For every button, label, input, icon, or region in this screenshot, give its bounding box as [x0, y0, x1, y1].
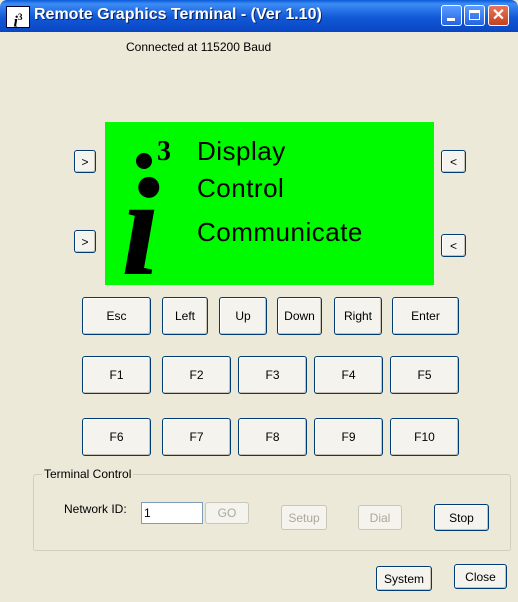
stop-button[interactable]: Stop	[434, 504, 489, 531]
system-button[interactable]: System	[376, 566, 432, 591]
soft-key-right-1[interactable]: <	[441, 150, 466, 173]
f4-button[interactable]: F4	[314, 356, 383, 394]
network-id-label: Network ID:	[64, 502, 127, 516]
maximize-button[interactable]	[464, 5, 485, 26]
up-button[interactable]: Up	[219, 297, 267, 335]
connection-status: Connected at 115200 Baud	[126, 40, 272, 54]
f3-button[interactable]: F3	[238, 356, 307, 394]
minimize-button[interactable]	[441, 5, 462, 26]
app-icon-sup: 3	[17, 12, 23, 22]
window-title: Remote Graphics Terminal - (Ver 1.10)	[34, 6, 322, 23]
soft-key-right-2[interactable]: <	[441, 234, 466, 257]
down-button[interactable]: Down	[277, 297, 322, 335]
lcd-line-2: Control	[197, 173, 285, 203]
close-button[interactable]: Close	[454, 564, 507, 589]
lcd-logo-letter: i	[121, 150, 160, 305]
setup-button[interactable]: Setup	[281, 505, 327, 530]
minimize-icon	[447, 18, 455, 21]
f7-button[interactable]: F7	[162, 418, 231, 456]
soft-key-left-2[interactable]: >	[74, 230, 96, 253]
f6-button[interactable]: F6	[82, 418, 151, 456]
maximize-icon	[469, 10, 480, 20]
left-button[interactable]: Left	[162, 297, 208, 335]
f1-button[interactable]: F1	[82, 356, 151, 394]
lcd-line-3: Communicate	[197, 217, 363, 247]
soft-key-left-1[interactable]: >	[74, 150, 96, 173]
dial-button[interactable]: Dial	[358, 505, 402, 530]
f2-button[interactable]: F2	[162, 356, 231, 394]
close-icon: ✕	[491, 7, 506, 24]
lcd-display: 3 i Display Control Communicate	[105, 122, 434, 305]
esc-button[interactable]: Esc	[82, 297, 151, 335]
terminal-control-label: Terminal Control	[42, 467, 134, 481]
f8-button[interactable]: F8	[238, 418, 307, 456]
right-button[interactable]: Right	[334, 297, 382, 335]
go-button[interactable]: GO	[205, 502, 249, 524]
close-window-button[interactable]: ✕	[488, 5, 509, 26]
f10-button[interactable]: F10	[390, 418, 459, 456]
lcd-line-1: Display	[197, 136, 286, 166]
app-icon[interactable]: i3	[6, 6, 30, 30]
title-bar: i3 Remote Graphics Terminal - (Ver 1.10)…	[0, 0, 518, 32]
network-id-input[interactable]	[141, 502, 203, 524]
f5-button[interactable]: F5	[390, 356, 459, 394]
enter-button[interactable]: Enter	[392, 297, 459, 335]
f9-button[interactable]: F9	[314, 418, 383, 456]
